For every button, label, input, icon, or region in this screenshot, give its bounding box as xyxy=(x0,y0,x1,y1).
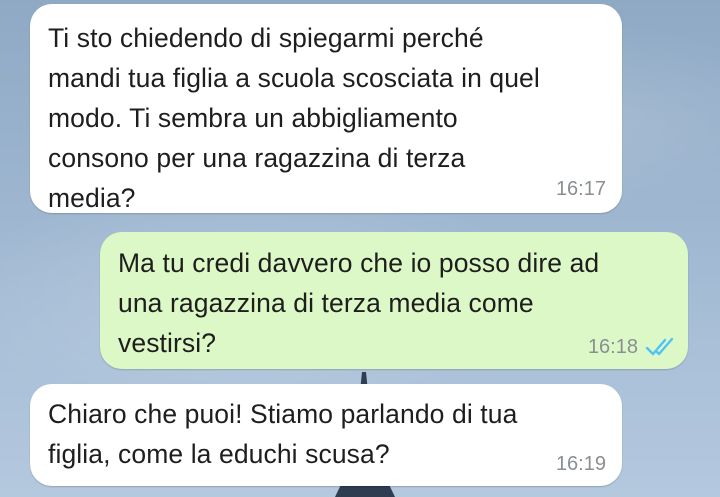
message-timestamp: 16:19 xyxy=(555,453,606,475)
message-bubble-incoming-1[interactable]: Ti sto chiedendo di spiegarmi perché man… xyxy=(30,4,622,213)
message-timestamp: 16:17 xyxy=(555,178,606,200)
message-meta: 16:17 xyxy=(556,177,606,201)
message-meta: 16:18 xyxy=(588,335,678,359)
message-bubble-outgoing-2[interactable]: Ma tu credi davvero che io posso dire ad… xyxy=(100,232,688,369)
message-text: Ti sto chiedendo di spiegarmi perché man… xyxy=(48,23,540,213)
message-meta: 16:19 xyxy=(556,452,606,476)
message-timestamp: 16:18 xyxy=(587,336,638,358)
message-text: Chiaro che puoi! Stiamo parlando di tua … xyxy=(48,399,518,469)
double-check-read-icon xyxy=(645,337,674,356)
message-bubble-incoming-3[interactable]: Chiaro che puoi! Stiamo parlando di tua … xyxy=(30,384,622,486)
